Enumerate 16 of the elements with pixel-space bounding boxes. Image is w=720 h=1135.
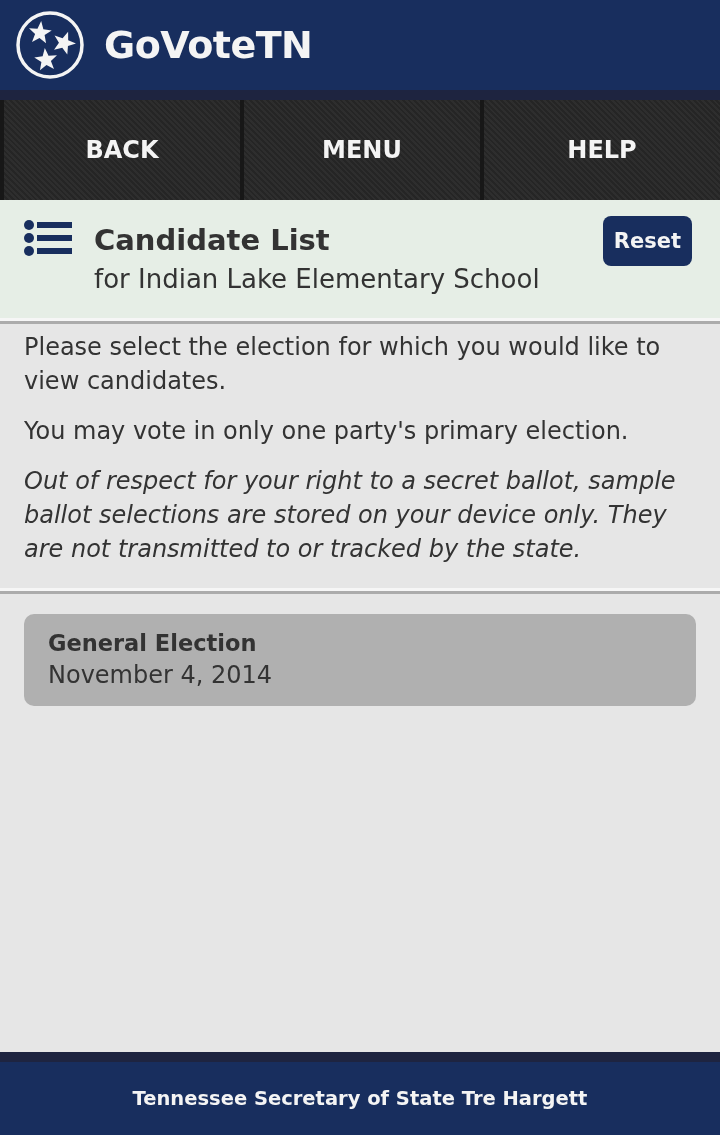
list-icon (24, 220, 72, 256)
footer-text: Tennessee Secretary of State Tre Hargett (132, 1087, 588, 1110)
election-date: November 4, 2014 (48, 660, 273, 691)
tristar-logo-icon (16, 11, 84, 79)
privacy-note: Out of respect for your right to a secret ballot, sample ballot selections are stored on your device only. They are not transmitted to or tracked by the state. (24, 466, 677, 565)
election-item[interactable]: General Election November 4, 2014 (24, 614, 696, 706)
app-title: GoVoteTN (104, 23, 313, 67)
nav-button[interactable]: BACK (4, 100, 240, 200)
page-subtitle: for Indian Lake Elementary School (94, 263, 541, 296)
page-title: Candidate List (94, 222, 331, 259)
reset-button[interactable]: Reset (602, 216, 692, 266)
nav-button[interactable]: HELP (484, 100, 720, 200)
election-name: General Election (48, 629, 257, 658)
nav-button[interactable]: MENU (244, 100, 480, 200)
instruction-text: Please select the election for which you would like to view candidates. (24, 332, 662, 397)
instruction-text: You may vote in only one party's primary election. (24, 416, 630, 447)
